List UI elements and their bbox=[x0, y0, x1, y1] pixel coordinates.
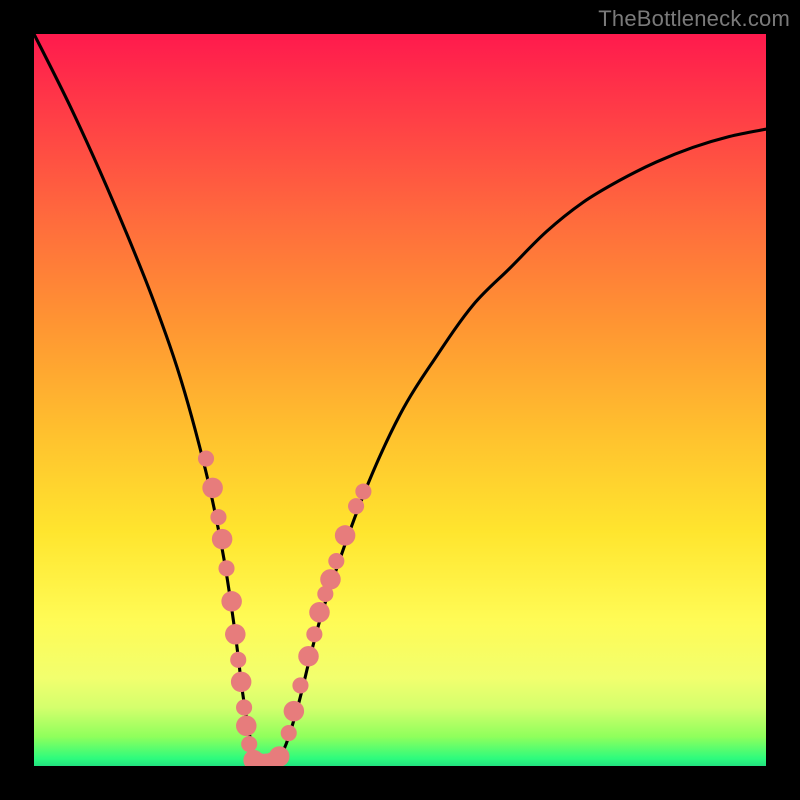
data-marker bbox=[306, 626, 322, 642]
data-marker bbox=[225, 624, 246, 645]
data-marker bbox=[221, 591, 242, 612]
data-marker bbox=[218, 560, 234, 576]
data-marker bbox=[230, 652, 246, 668]
data-marker bbox=[284, 701, 305, 722]
data-marker bbox=[320, 569, 341, 590]
data-marker bbox=[309, 602, 330, 623]
chart-frame: TheBottleneck.com bbox=[0, 0, 800, 800]
data-marker bbox=[202, 478, 223, 499]
data-marker bbox=[298, 646, 319, 667]
watermark-text: TheBottleneck.com bbox=[598, 6, 790, 32]
data-marker bbox=[355, 483, 371, 499]
curve-markers bbox=[198, 451, 371, 766]
data-marker bbox=[328, 553, 344, 569]
data-marker bbox=[335, 525, 356, 546]
data-marker bbox=[241, 736, 257, 752]
data-marker bbox=[212, 529, 233, 550]
marker-svg bbox=[34, 34, 766, 766]
data-marker bbox=[236, 699, 252, 715]
data-marker bbox=[198, 451, 214, 467]
data-marker bbox=[348, 498, 364, 514]
data-marker bbox=[292, 677, 308, 693]
data-marker bbox=[281, 725, 297, 741]
plot-area bbox=[34, 34, 766, 766]
data-marker bbox=[236, 715, 257, 736]
data-marker bbox=[231, 672, 252, 693]
data-marker bbox=[269, 746, 290, 766]
data-marker bbox=[210, 509, 226, 525]
